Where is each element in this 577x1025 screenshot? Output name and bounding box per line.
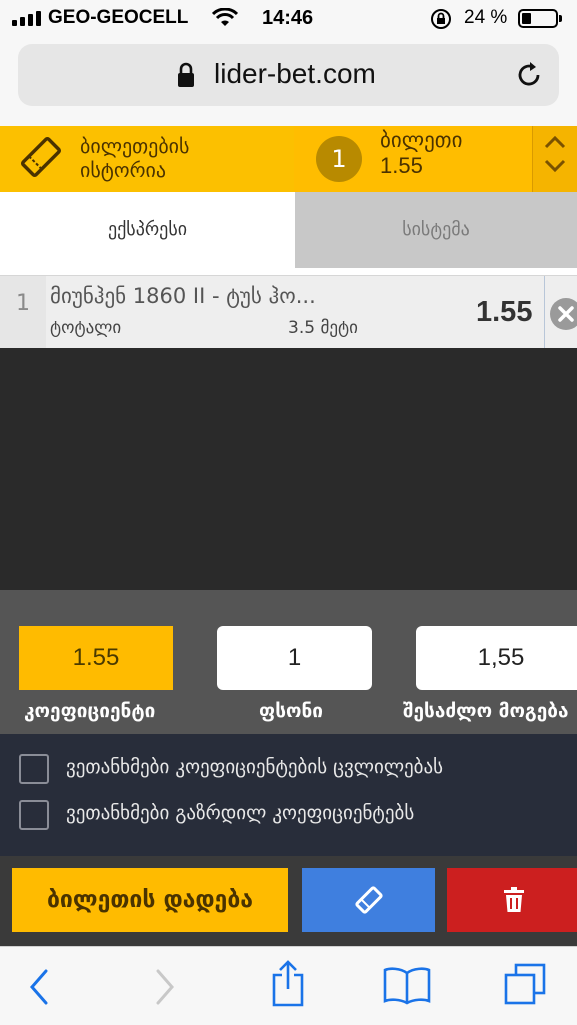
signal-icon <box>12 0 44 38</box>
close-icon <box>558 306 574 322</box>
tabs-gap <box>0 268 577 275</box>
betslip-empty-area <box>0 348 577 590</box>
ticket-label: ბილეთი <box>380 128 463 152</box>
ticket-count-badge: 1 <box>316 136 362 182</box>
accept-increased-odds-label: ვეთანხმები გაზრდილ კოეფიციენტებს <box>66 802 415 824</box>
browser-toolbar <box>0 946 577 1025</box>
bet-selection: 3.5 მეტი <box>288 318 358 338</box>
betslip-actions: ბილეთის დადება <box>0 856 577 946</box>
battery-icon <box>518 9 562 28</box>
bet-row-divider <box>544 276 545 348</box>
ticket-icon <box>355 886 383 914</box>
ticket-icon <box>20 136 62 178</box>
browser-address-area: lider-bet.com <box>0 38 577 126</box>
bet-item: 1 მიუნჰენ 1860 II - ტუს ჰო... ტოტალი 3.5… <box>0 275 577 349</box>
remove-bet-button[interactable] <box>550 298 577 330</box>
stake-label: ფსონი <box>259 700 323 722</box>
current-ticket-button[interactable]: 1 ბილეთი 1.55 <box>294 126 532 192</box>
chevron-up-icon <box>544 135 566 149</box>
collapse-toggle[interactable] <box>532 126 577 192</box>
address-bar[interactable]: lider-bet.com <box>18 44 559 106</box>
bookmarks-icon[interactable] <box>382 965 432 1005</box>
url-text[interactable]: lider-bet.com <box>214 58 376 90</box>
accept-odds-change-checkbox[interactable] <box>19 754 49 784</box>
tab-express[interactable]: ექსპრესი <box>0 192 295 268</box>
ticket-history-label-line1: ბილეთების <box>80 134 190 158</box>
bet-event-name: მიუნჰენ 1860 II - ტუს ჰო... <box>50 284 316 308</box>
betslip-header: ბილეთების ისტორია 1 ბილეთი 1.55 <box>0 126 577 192</box>
share-icon[interactable] <box>268 959 308 1007</box>
possible-win-value: 1,55 <box>416 626 577 690</box>
delete-all-button[interactable] <box>447 868 577 932</box>
ticket-odds: 1.55 <box>380 153 423 178</box>
bet-odd: 1.55 <box>476 296 533 328</box>
stake-input[interactable]: 1 <box>217 626 372 690</box>
status-bar: GEO-GEOCELL 14:46 24 % <box>0 0 577 38</box>
carrier-name: GEO-GEOCELL <box>48 7 189 28</box>
coefficient-label: კოეფიციენტი <box>24 700 156 722</box>
accept-increased-odds-checkbox[interactable] <box>19 800 49 830</box>
agreement-options: ვეთანხმები კოეფიციენტების ცვლილებას ვეთა… <box>0 734 577 856</box>
ticket-history-label: ბილეთების ისტორია <box>80 134 189 182</box>
bet-totals: 1.55 1 1,55 კოეფიციენტი ფსონი შესაძლო მო… <box>0 590 577 734</box>
place-bet-button[interactable]: ბილეთის დადება <box>12 868 288 932</box>
trash-icon <box>504 887 524 912</box>
ticket-history-button[interactable]: ბილეთების ისტორია <box>0 126 294 192</box>
coefficient-value: 1.55 <box>19 626 173 690</box>
bet-market: ტოტალი <box>50 318 122 338</box>
chevron-down-icon <box>544 159 566 173</box>
ticket-action-button[interactable] <box>302 868 435 932</box>
orientation-lock-icon <box>431 9 451 29</box>
reload-icon[interactable] <box>514 60 544 90</box>
ticket-history-label-line2: ისტორია <box>80 158 167 182</box>
tabs-icon[interactable] <box>502 963 548 1007</box>
accept-odds-change-label: ვეთანხმები კოეფიციენტების ცვლილებას <box>66 756 444 778</box>
tab-system[interactable]: სისტემა <box>295 192 577 268</box>
betslip-tabs: ექსპრესი სისტემა <box>0 192 577 268</box>
forward-icon[interactable] <box>152 967 178 1007</box>
possible-win-label: შესაძლო მოგება <box>403 700 569 722</box>
back-icon[interactable] <box>26 967 52 1007</box>
lock-icon <box>178 62 194 87</box>
wifi-icon <box>212 8 238 26</box>
battery-percent: 24 % <box>464 7 508 28</box>
clock: 14:46 <box>262 7 314 29</box>
bet-number: 1 <box>0 276 46 348</box>
